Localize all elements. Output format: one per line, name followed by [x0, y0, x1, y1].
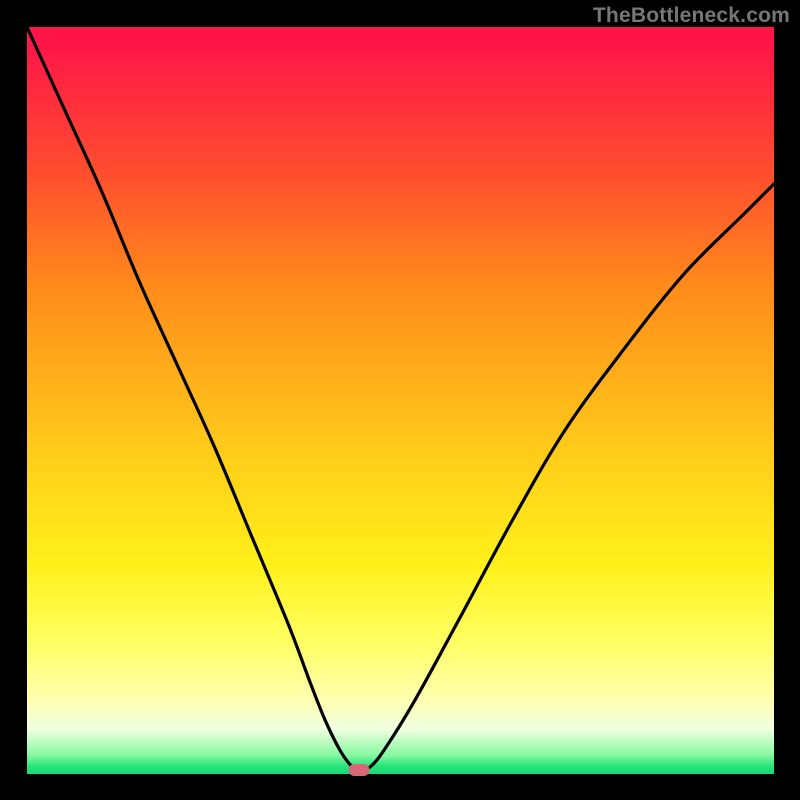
curve-path — [27, 27, 774, 770]
chart-frame: TheBottleneck.com — [0, 0, 800, 800]
bottleneck-curve — [27, 27, 774, 774]
watermark-text: TheBottleneck.com — [593, 4, 790, 28]
plot-area — [27, 27, 774, 774]
optimal-marker — [349, 764, 370, 776]
